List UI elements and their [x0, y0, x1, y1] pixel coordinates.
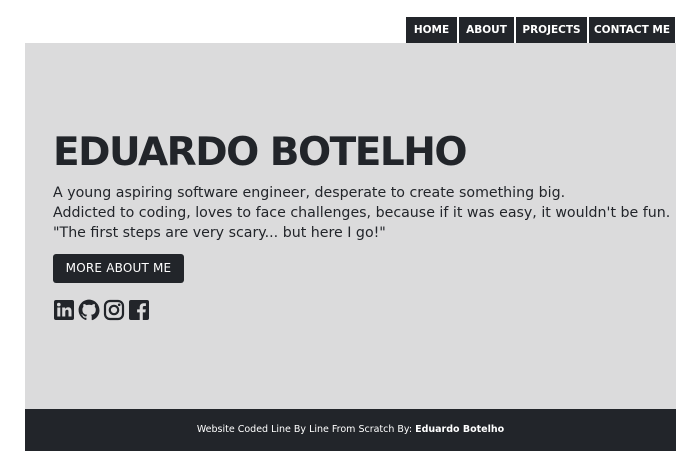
nav-projects-link[interactable]: PROJECTS [516, 17, 587, 43]
hero-section: EDUARDO BOTELHO A young aspiring softwar… [25, 43, 676, 409]
facebook-icon[interactable] [128, 299, 150, 321]
nav-home-link[interactable]: HOME [406, 17, 457, 43]
hero-title: EDUARDO BOTELHO [53, 130, 468, 175]
instagram-icon[interactable] [103, 299, 125, 321]
footer-credit-text: Website Coded Line By Line From Scratch … [196, 424, 416, 435]
site-footer: Website Coded Line By Line From Scratch … [25, 409, 676, 451]
nav-about-link[interactable]: ABOUT [459, 17, 514, 43]
top-nav: HOME ABOUT PROJECTS CONTACT ME [406, 17, 675, 43]
nav-contact-link[interactable]: CONTACT ME [589, 17, 675, 43]
footer-author-name: Eduardo Botelho [415, 424, 505, 435]
more-about-me-button[interactable]: MORE ABOUT ME [53, 254, 184, 283]
hero-description-line: Addicted to coding, loves to face challe… [53, 205, 671, 221]
hero-quote: "The first steps are very scary... but h… [53, 225, 386, 241]
social-links [53, 299, 150, 321]
linkedin-icon[interactable] [53, 299, 75, 321]
hero-description-line: A young aspiring software engineer, desp… [53, 185, 566, 201]
hero-description: A young aspiring software engineer, desp… [53, 183, 670, 243]
github-icon[interactable] [78, 299, 100, 321]
